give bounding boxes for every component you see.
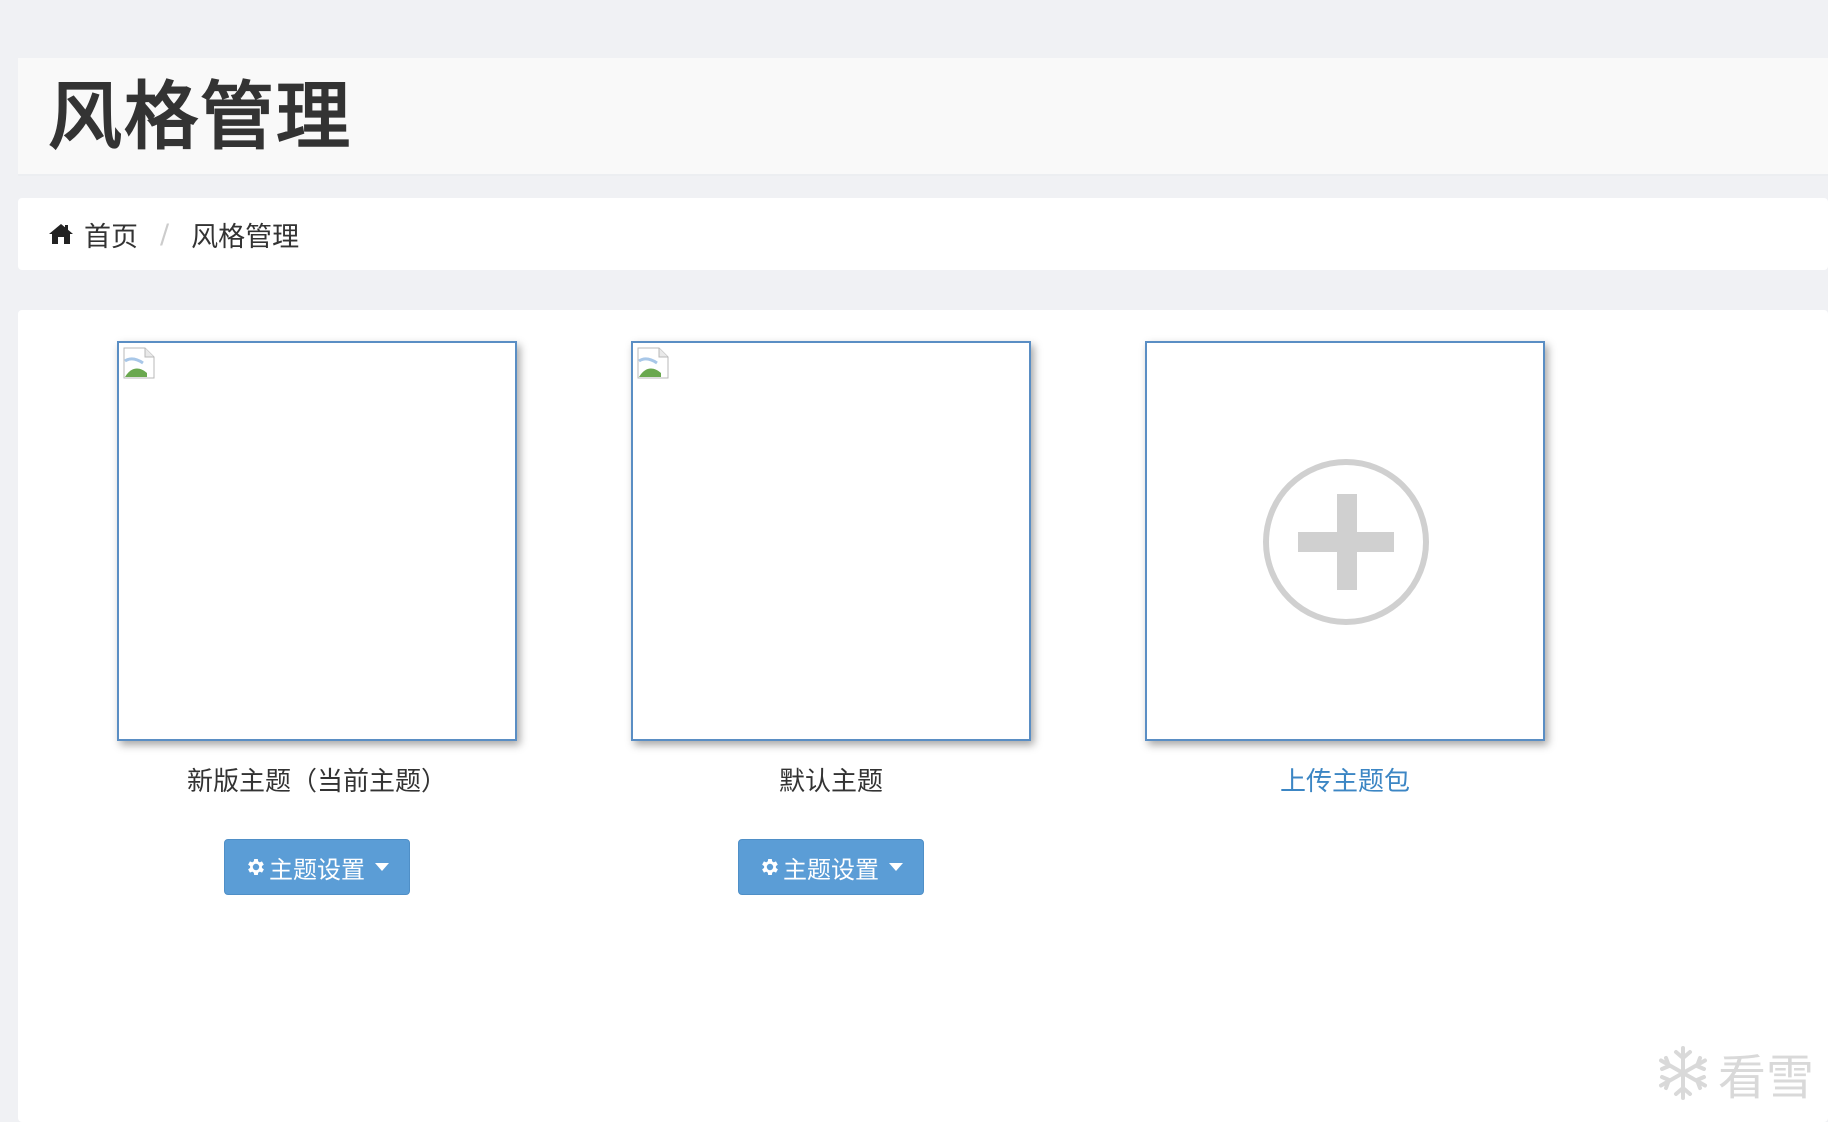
- theme-name: 新版主题（当前主题）: [186, 767, 447, 797]
- theme-name: 默认主题: [778, 767, 883, 797]
- upload-theme-box[interactable]: [1145, 341, 1545, 741]
- gear-icon: [248, 859, 264, 875]
- theme-card: 默认主题 主题设置: [631, 341, 1031, 895]
- caret-down-icon: [375, 863, 389, 871]
- breadcrumb-separator: /: [160, 218, 170, 250]
- theme-settings-button[interactable]: 主题设置: [738, 839, 924, 895]
- content-panel: 新版主题（当前主题） 主题设置 默认主题 主题设置 上传主题包 看雪: [18, 310, 1828, 1122]
- watermark-text: 看雪: [1717, 1050, 1814, 1106]
- breadcrumb-current: 风格管理: [191, 221, 300, 253]
- theme-settings-button[interactable]: 主题设置: [224, 839, 410, 895]
- breadcrumb-inner: 首页 / 风格管理: [48, 198, 299, 270]
- page-header: 风格管理: [18, 58, 1828, 176]
- home-icon[interactable]: [48, 222, 74, 246]
- broken-image-icon: [123, 347, 155, 379]
- snowflake-icon: [1658, 1046, 1707, 1100]
- theme-thumbnail[interactable]: [117, 341, 517, 741]
- theme-thumbnail[interactable]: [631, 341, 1031, 741]
- breadcrumb-home-link[interactable]: 首页: [84, 215, 138, 254]
- plus-circle-icon[interactable]: [1261, 457, 1431, 627]
- caret-down-icon: [889, 863, 903, 871]
- breadcrumb: 首页 / 风格管理: [18, 198, 1828, 270]
- broken-image-icon: [637, 347, 669, 379]
- page-title: 风格管理: [48, 74, 352, 160]
- gear-icon: [762, 859, 778, 875]
- theme-card: 新版主题（当前主题） 主题设置: [117, 341, 517, 895]
- watermark: 看雪: [1654, 1038, 1814, 1108]
- theme-settings-label: 主题设置: [783, 855, 879, 884]
- upload-theme-card: 上传主题包: [1145, 341, 1545, 799]
- theme-settings-label: 主题设置: [269, 855, 365, 884]
- upload-theme-link[interactable]: 上传主题包: [1145, 765, 1545, 799]
